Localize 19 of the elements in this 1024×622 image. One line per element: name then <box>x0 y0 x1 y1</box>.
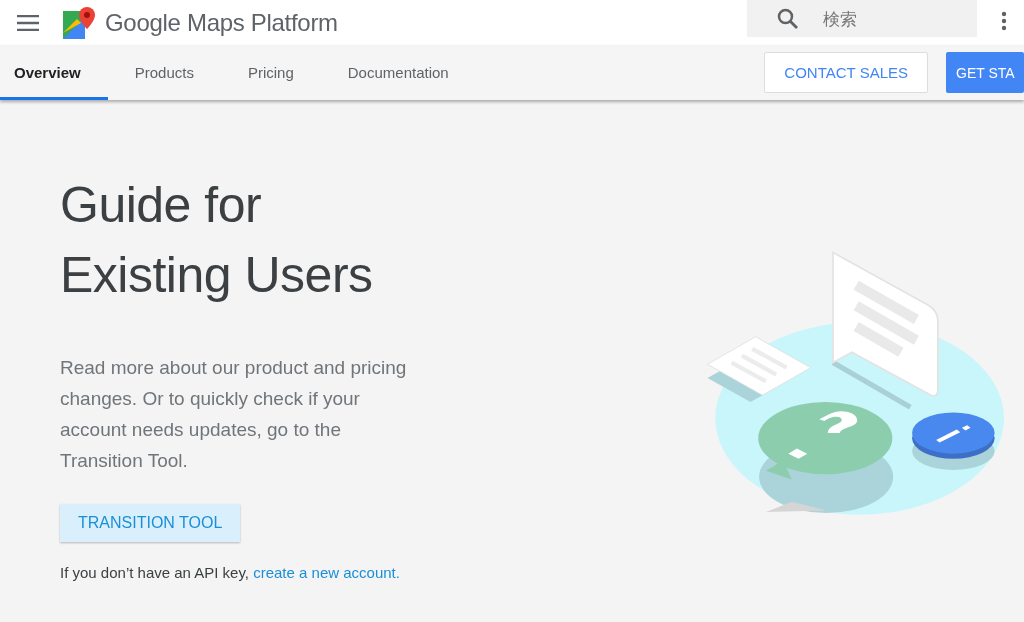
menu-icon[interactable] <box>17 14 39 31</box>
api-key-note: If you don’t have an API key, create a new account. <box>60 564 401 581</box>
more-options-icon[interactable] <box>1001 10 1007 31</box>
nav-tab[interactable]: Products <box>107 45 221 100</box>
nav-tab[interactable]: Overview <box>0 45 108 100</box>
search-input[interactable]: 検索 <box>821 7 945 30</box>
page-title: Guide for <box>60 176 263 235</box>
nav-tab[interactable]: Pricing <box>220 45 321 100</box>
search-field[interactable]: 検索 <box>747 0 977 37</box>
brand-name: Google Maps Platform <box>105 8 338 37</box>
map-pin-logo-icon <box>63 6 97 39</box>
transition-tool-button[interactable]: TRANSITION TOOL <box>60 504 241 542</box>
contact-sales-button[interactable]: CONTACT SALES <box>764 52 928 93</box>
create-account-link[interactable]: create a new account. <box>253 564 400 581</box>
search-icon <box>777 7 799 30</box>
intro-text: Read more about our product and pricing changes. Or to quickly check if your account needs updates, go to the Transition Tool. <box>60 356 408 473</box>
get-started-button[interactable]: GET STA <box>946 52 1024 93</box>
page-title: Existing Users <box>60 246 374 305</box>
nav-tab[interactable]: Documentation <box>320 45 476 100</box>
